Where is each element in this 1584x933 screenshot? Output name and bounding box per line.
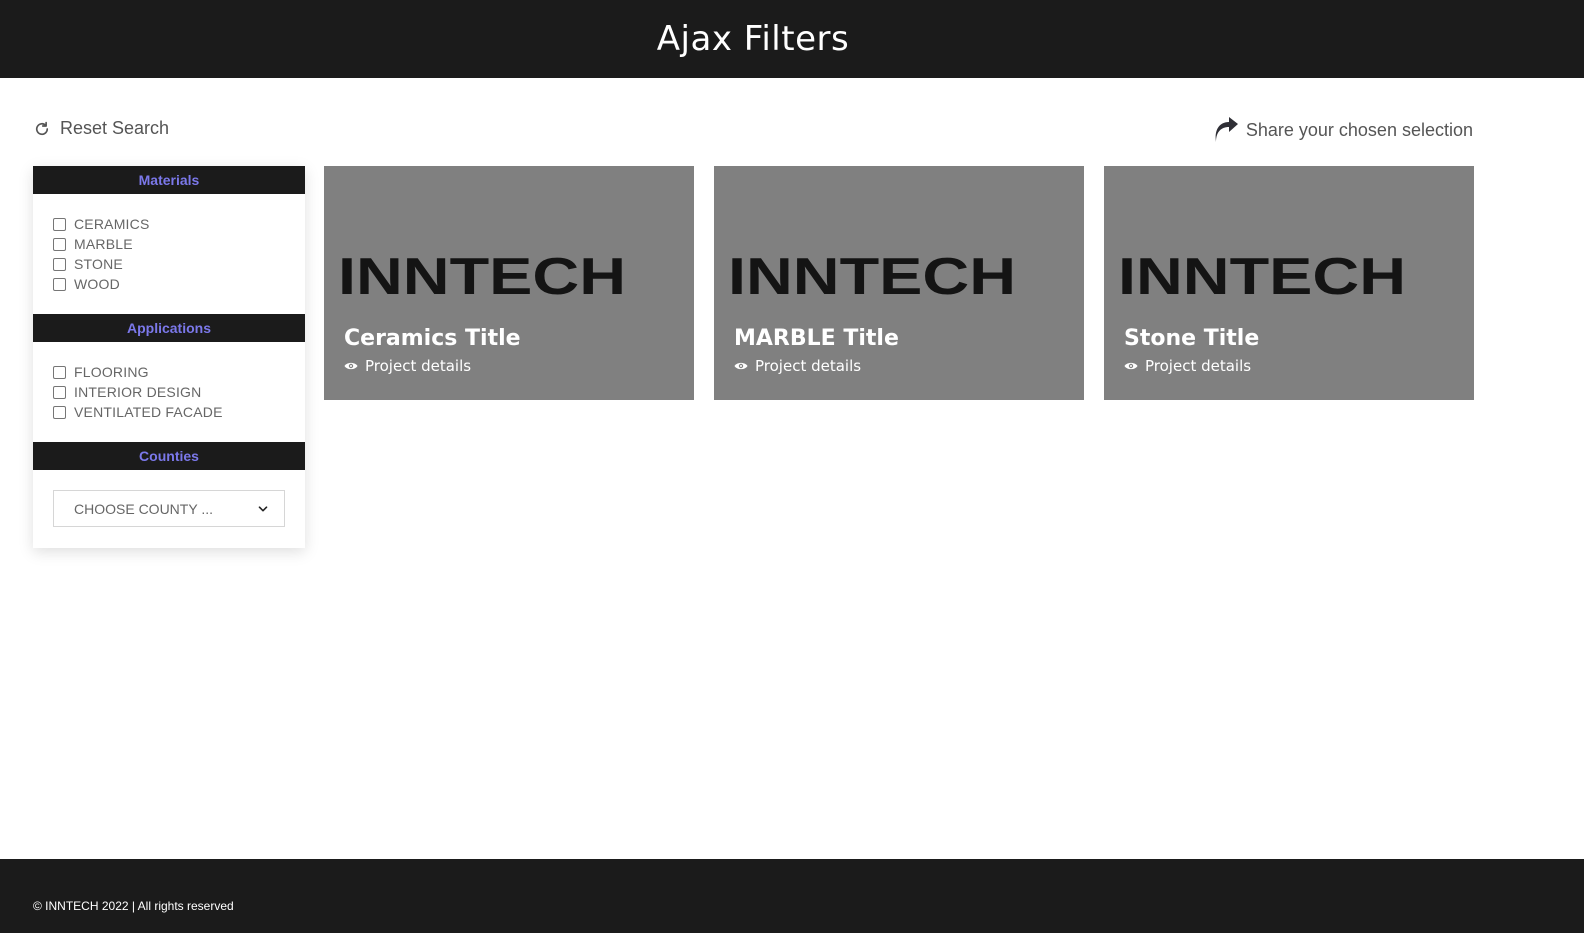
- svg-text:INNTECH: INNTECH: [728, 254, 1016, 296]
- page-title: Ajax Filters: [656, 19, 850, 59]
- option-label: MARBLE: [74, 236, 133, 252]
- inntech-logo: INNTECH: [338, 254, 626, 296]
- county-select-value: CHOOSE COUNTY ...: [74, 500, 213, 517]
- site-footer: © INNTECH 2022 | All rights reserved: [0, 859, 1584, 933]
- project-card-stone[interactable]: INNTECH Stone Title Project details: [1104, 166, 1474, 400]
- applications-filter-list: FLOORING INTERIOR DESIGN VENTILATED FACA…: [33, 342, 305, 442]
- application-option-flooring[interactable]: FLOORING: [53, 362, 285, 382]
- share-arrow-icon: [1215, 117, 1238, 142]
- material-option-wood[interactable]: WOOD: [53, 274, 285, 294]
- material-option-marble[interactable]: MARBLE: [53, 234, 285, 254]
- card-title: Stone Title: [1124, 326, 1260, 351]
- checkbox[interactable]: [53, 257, 66, 271]
- material-option-stone[interactable]: STONE: [53, 254, 285, 274]
- filter-sidebar: Materials CERAMICS MARBLE STONE WOOD App…: [33, 166, 305, 548]
- materials-heading: Materials: [33, 166, 305, 194]
- checkbox[interactable]: [53, 237, 66, 251]
- svg-text:INNTECH: INNTECH: [1118, 254, 1406, 296]
- card-title: Ceramics Title: [344, 326, 521, 351]
- project-details-label: Project details: [755, 357, 862, 375]
- option-label: STONE: [74, 256, 123, 272]
- project-card-marble[interactable]: INNTECH MARBLE Title Project details: [714, 166, 1084, 400]
- checkbox[interactable]: [53, 405, 66, 419]
- counties-heading: Counties: [33, 442, 305, 470]
- svg-text:INNTECH: INNTECH: [338, 254, 626, 296]
- option-label: CERAMICS: [74, 216, 150, 232]
- county-select[interactable]: CHOOSE COUNTY ...: [53, 490, 285, 527]
- applications-heading: Applications: [33, 314, 305, 342]
- share-selection-label: Share your chosen selection: [1245, 119, 1473, 140]
- option-label: WOOD: [74, 276, 120, 292]
- refresh-icon: [35, 121, 49, 135]
- reset-search-button[interactable]: Reset Search: [33, 118, 169, 139]
- reset-search-label: Reset Search: [60, 118, 170, 138]
- eye-icon: [1124, 362, 1138, 370]
- project-details-link[interactable]: Project details: [734, 357, 861, 375]
- project-details-link[interactable]: Project details: [344, 357, 471, 375]
- project-details-label: Project details: [1145, 357, 1252, 375]
- checkbox[interactable]: [53, 385, 66, 399]
- material-option-ceramics[interactable]: CERAMICS: [53, 214, 285, 234]
- checkbox[interactable]: [53, 277, 66, 291]
- chevron-down-icon: [258, 505, 268, 511]
- project-details-label: Project details: [365, 357, 472, 375]
- option-label: FLOORING: [74, 364, 149, 380]
- project-details-link[interactable]: Project details: [1124, 357, 1251, 375]
- inntech-logo: INNTECH: [728, 254, 1016, 296]
- project-card-ceramics[interactable]: INNTECH Ceramics Title Project details: [324, 166, 694, 400]
- card-title: MARBLE Title: [734, 326, 899, 351]
- application-option-interior-design[interactable]: INTERIOR DESIGN: [53, 382, 285, 402]
- eye-icon: [734, 362, 748, 370]
- option-label: VENTILATED FACADE: [74, 404, 223, 420]
- application-option-ventilated-facade[interactable]: VENTILATED FACADE: [53, 402, 285, 422]
- eye-icon: [344, 362, 358, 370]
- share-selection-button[interactable]: Share your chosen selection: [1212, 116, 1473, 144]
- materials-filter-list: CERAMICS MARBLE STONE WOOD: [33, 194, 305, 314]
- inntech-logo: INNTECH: [1118, 254, 1406, 296]
- copyright-text: © INNTECH 2022 | All rights reserved: [33, 899, 234, 913]
- site-header: Ajax Filters: [0, 0, 1584, 78]
- checkbox[interactable]: [53, 365, 66, 379]
- checkbox[interactable]: [53, 217, 66, 231]
- option-label: INTERIOR DESIGN: [74, 384, 202, 400]
